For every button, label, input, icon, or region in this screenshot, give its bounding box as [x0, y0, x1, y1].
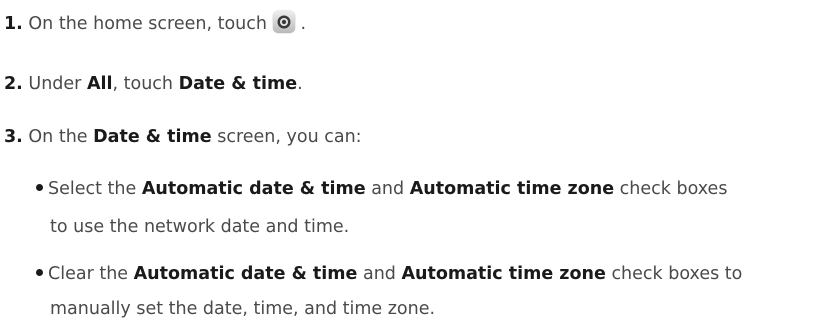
bullet-text: check boxes [619, 179, 728, 199]
bullet-2-line-1: Clear the Automatic date & time and Auto… [36, 263, 742, 285]
step-text-end: . [297, 74, 303, 94]
step-number: 3. [4, 127, 23, 147]
bold-term: Automatic date & time [141, 179, 366, 199]
bold-term: All [86, 74, 113, 94]
step-number: 1. [4, 14, 23, 34]
step-text-end: . [300, 14, 307, 34]
bullet-text: manually set the date, time, and time zo… [50, 299, 436, 319]
bold-term: Date & time [93, 127, 212, 147]
step-text: On the home screen, touch [28, 14, 267, 34]
bold-term: Automatic time zone [409, 179, 615, 199]
step-text: On the [28, 127, 88, 147]
bullet-icon [36, 268, 43, 276]
bullet-text: Clear the [48, 264, 129, 284]
step-text: screen, you can: [217, 127, 362, 147]
bullet-text: check boxes to [611, 264, 743, 284]
step-1: 1. On the home screen, touch . [4, 11, 307, 35]
settings-gear-icon [272, 11, 295, 33]
bullet-1-line-1: Select the Automatic date & time and Aut… [36, 178, 727, 200]
bullet-icon [36, 183, 43, 191]
bullet-1-line-2: to use the network date and time. [50, 216, 349, 238]
step-text: Under [28, 74, 82, 94]
step-3: 3. On the Date & time screen, you can: [4, 126, 362, 148]
bold-term: Automatic time zone [401, 264, 606, 284]
bullet-text: to use the network date and time. [50, 217, 350, 237]
bullet-text: and [371, 179, 405, 199]
bold-term: Date & time [178, 74, 298, 94]
bold-term: Automatic date & time [133, 264, 358, 284]
bullet-2-line-2: manually set the date, time, and time zo… [50, 298, 435, 320]
step-number: 2. [4, 74, 23, 94]
step-2: 2. Under All, touch Date & time. [4, 73, 303, 95]
bullet-text: and [362, 264, 396, 284]
bullet-text: Select the [48, 179, 137, 199]
step-text: , touch [112, 74, 174, 94]
